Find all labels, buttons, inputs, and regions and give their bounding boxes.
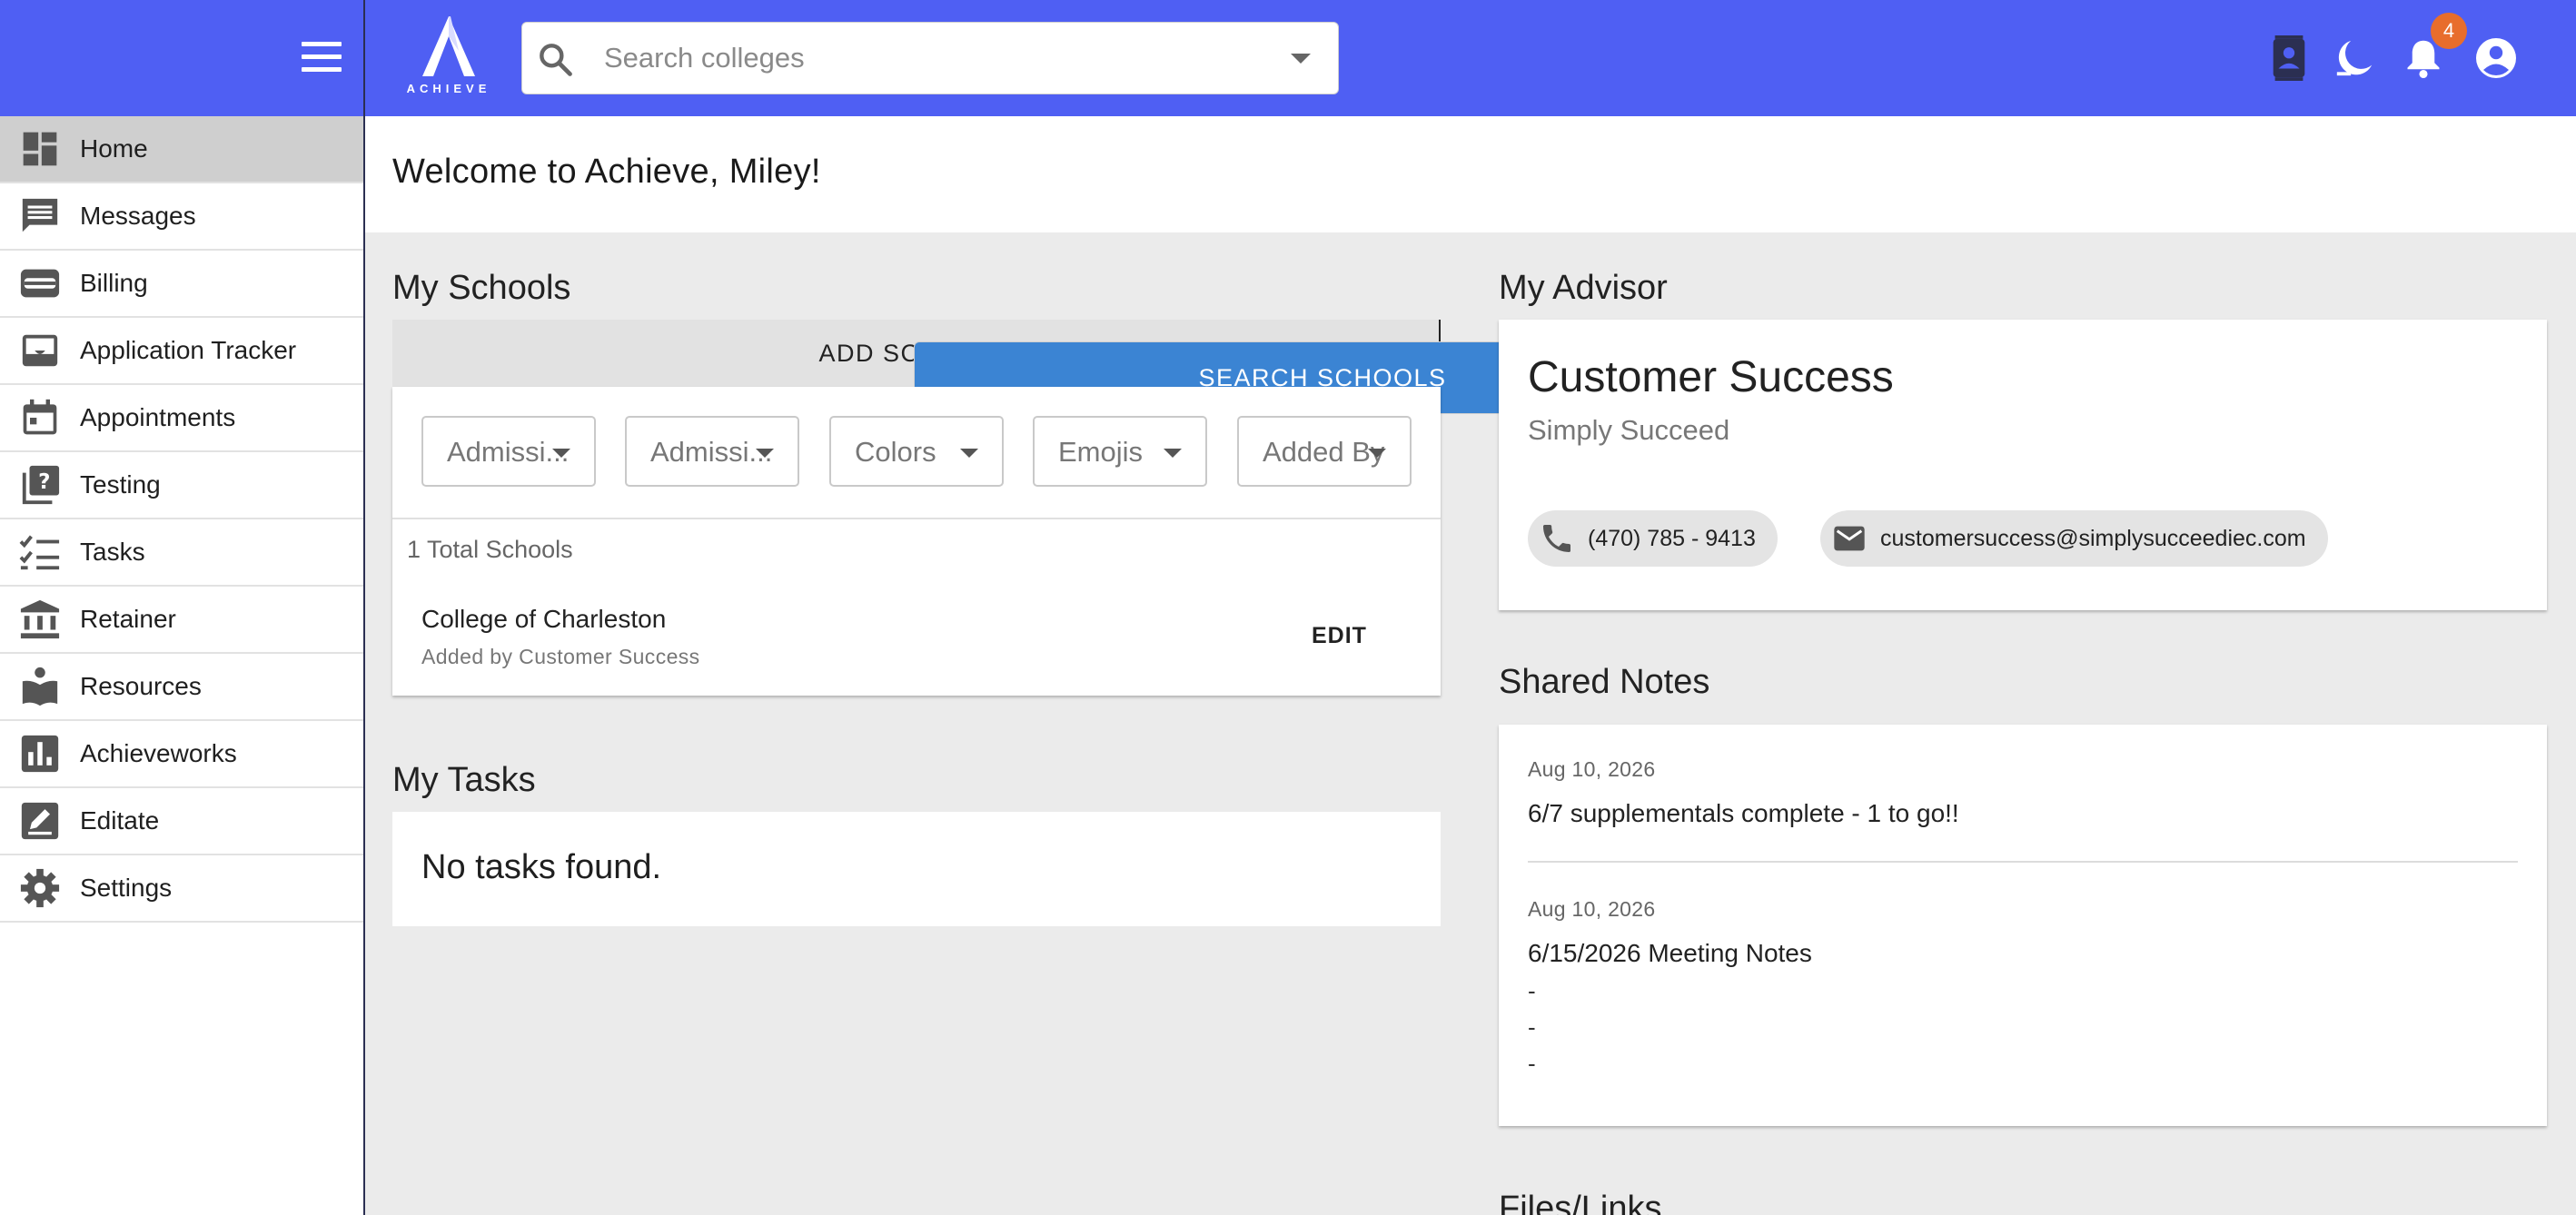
sidebar-item-label: Tasks: [80, 538, 145, 566]
chevron-down-icon: [1368, 449, 1386, 458]
college-search-box[interactable]: [521, 22, 1339, 94]
search-input[interactable]: [604, 37, 1240, 79]
schools-tabs: ADD SCHOOLS SEARCH SCHOOLS: [392, 320, 1731, 414]
note-line: -: [1528, 1013, 1536, 1041]
wallet-icon: [0, 250, 80, 317]
sidebar-item-editate[interactable]: Editate: [0, 788, 363, 855]
svg-text:?: ?: [38, 470, 50, 494]
chevron-down-icon: [1164, 449, 1182, 458]
sidebar-item-application-tracker[interactable]: Application Tracker: [0, 318, 363, 385]
quiz-icon: ?: [0, 451, 80, 519]
sidebar-nav: Home Messages Billing Application Tracke…: [0, 116, 363, 1215]
account-icon[interactable]: [2469, 31, 2523, 85]
note-line: -: [1528, 977, 1536, 1004]
sidebar-divider: [363, 0, 365, 1215]
sidebar-item-label: Billing: [80, 269, 148, 297]
page-title: Welcome to Achieve, Miley!: [392, 153, 821, 191]
sidebar-item-resources[interactable]: Resources: [0, 654, 363, 721]
sidebar-item-settings[interactable]: Settings: [0, 855, 363, 923]
sidebar-item-label: Appointments: [80, 403, 236, 431]
no-tasks-message: No tasks found.: [421, 848, 662, 886]
welcome-banner: Welcome to Achieve, Miley!: [365, 116, 2576, 232]
sidebar-item-label: Application Tracker: [80, 336, 297, 364]
advisor-company: Simply Succeed: [1528, 414, 1730, 446]
my-tasks-card: No tasks found.: [392, 812, 1441, 926]
files-links-title: Files/Links: [1499, 1190, 1662, 1215]
advisor-email: customersuccess@simplysucceediec.com: [1880, 525, 2306, 551]
chevron-down-icon: [552, 449, 570, 458]
calendar-icon: [0, 384, 80, 451]
sidebar-item-label: Editate: [80, 806, 160, 835]
sidebar-item-label: Resources: [80, 672, 202, 700]
note-divider: [1528, 861, 2518, 863]
inbox-icon: [0, 317, 80, 384]
top-app-bar: ACHIEVE 4: [0, 0, 2576, 116]
advisor-card: Customer Success Simply Succeed (470) 78…: [1499, 320, 2547, 610]
phone-icon: [1539, 520, 1575, 557]
book-icon: [0, 653, 80, 720]
dark-mode-icon[interactable]: [2327, 31, 2382, 85]
edit-icon: [0, 787, 80, 854]
shared-notes-title: Shared Notes: [1499, 663, 1710, 701]
sidebar-item-testing[interactable]: ? Testing: [0, 452, 363, 519]
sidebar-item-messages[interactable]: Messages: [0, 183, 363, 251]
sidebar-item-label: Settings: [80, 874, 173, 902]
advisor-phone-chip[interactable]: (470) 785 - 9413: [1528, 510, 1778, 567]
my-advisor-title: My Advisor: [1499, 269, 1668, 307]
sidebar-item-billing[interactable]: Billing: [0, 251, 363, 318]
note-date: Aug 10, 2026: [1528, 757, 1656, 781]
gear-icon: [0, 854, 80, 922]
sidebar-item-appointments[interactable]: Appointments: [0, 385, 363, 452]
menu-icon[interactable]: [302, 42, 343, 74]
sidebar-item-label: Achieveworks: [80, 739, 237, 767]
note-title[interactable]: 6/7 supplementals complete - 1 to go!!: [1528, 799, 1959, 828]
search-icon: [535, 39, 575, 84]
note-line: -: [1528, 1050, 1536, 1077]
sidebar-item-home[interactable]: Home: [0, 116, 363, 183]
checklist-icon: [0, 519, 80, 586]
search-dropdown-caret-icon[interactable]: [1291, 54, 1311, 64]
logo-text: ACHIEVE: [406, 82, 491, 95]
shared-notes-card: Aug 10, 2026 6/7 supplementals complete …: [1499, 725, 2547, 1126]
bank-icon: [0, 586, 80, 653]
email-icon: [1831, 520, 1868, 557]
contacts-icon[interactable]: [2262, 31, 2316, 85]
sidebar-item-label: Home: [80, 134, 148, 163]
my-schools-card: Admissi... Admissi... Colors Emojis Adde…: [392, 387, 1441, 696]
achieve-logo[interactable]: ACHIEVE: [403, 16, 494, 100]
edit-school-button[interactable]: EDIT: [1312, 623, 1367, 649]
total-schools-count: 1 Total Schools: [407, 536, 573, 563]
note-date: Aug 10, 2026: [1528, 897, 1656, 921]
admission-filter-2[interactable]: Admissi...: [625, 416, 799, 487]
advisor-email-chip[interactable]: customersuccess@simplysucceediec.com: [1820, 510, 2328, 567]
school-filters: Admissi... Admissi... Colors Emojis Adde…: [392, 387, 1441, 519]
chevron-down-icon: [756, 449, 774, 458]
logo-mark: [422, 16, 475, 76]
my-schools-title: My Schools: [392, 269, 571, 307]
added-by-filter[interactable]: Added By: [1237, 416, 1412, 487]
my-tasks-title: My Tasks: [392, 761, 536, 799]
sidebar-item-label: Testing: [80, 470, 161, 499]
school-added-by: Added by Customer Success: [421, 645, 700, 668]
chevron-down-icon: [960, 449, 978, 458]
colors-filter[interactable]: Colors: [829, 416, 1004, 487]
note-title[interactable]: 6/15/2026 Meeting Notes: [1528, 939, 1812, 968]
advisor-phone: (470) 785 - 9413: [1588, 525, 1756, 551]
sidebar-item-tasks[interactable]: Tasks: [0, 519, 363, 587]
bar-chart-icon: [0, 720, 80, 787]
admission-filter-1[interactable]: Admissi...: [421, 416, 596, 487]
school-name[interactable]: College of Charleston: [421, 605, 666, 634]
advisor-name: Customer Success: [1528, 353, 1894, 401]
sidebar-item-label: Retainer: [80, 605, 176, 633]
sidebar-item-retainer[interactable]: Retainer: [0, 587, 363, 654]
sidebar-item-achieveworks[interactable]: Achieveworks: [0, 721, 363, 788]
sidebar-item-label: Messages: [80, 202, 196, 230]
dashboard-icon: [0, 115, 80, 183]
message-icon: [0, 183, 80, 250]
notification-count-badge: 4: [2431, 13, 2467, 49]
emojis-filter[interactable]: Emojis: [1033, 416, 1207, 487]
